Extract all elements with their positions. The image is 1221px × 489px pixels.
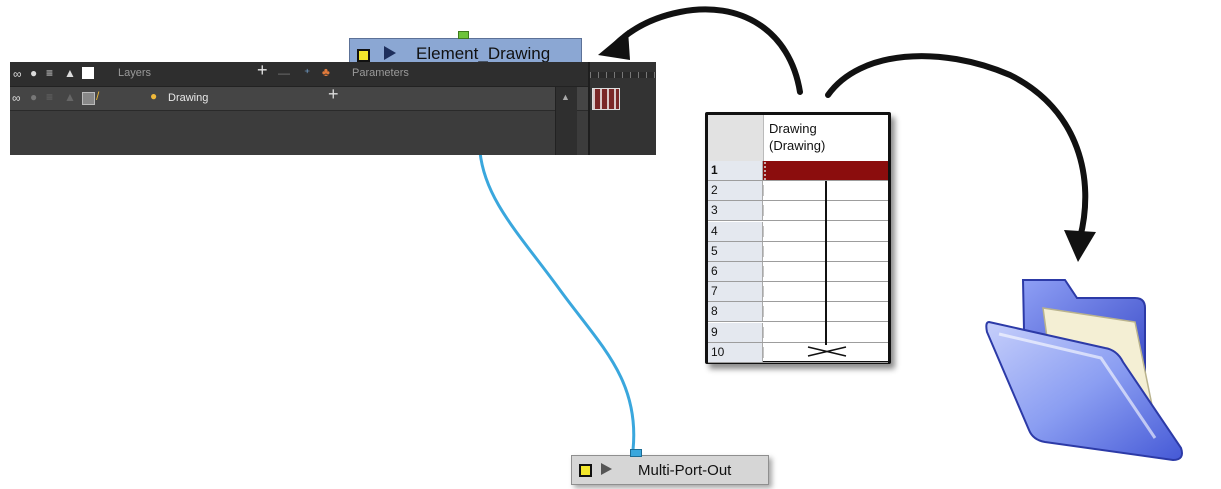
layer-name: Drawing [168,92,209,104]
lock-icon[interactable]: ▲ [64,91,76,103]
onion-skin-icon[interactable]: ∞ [13,68,22,80]
pencil-icon[interactable]: / [96,90,99,102]
add-layer-icon[interactable]: + [257,61,268,79]
timeline-header: ∞ ● ≡ ▲ Layers + — ⁺ ♣ Parameters [10,61,588,87]
node-input-port[interactable] [458,31,469,39]
xsheet-view: Drawing (Drawing) 1 2 3 4 5 6 7 8 9 10 [705,112,891,364]
layers-label: Layers [118,67,152,79]
parameters-label: Parameters [352,67,409,79]
hold-line [807,181,847,357]
timeline-frames-area[interactable] [588,62,656,155]
display-toggle-icon[interactable] [579,464,592,477]
layers-stack-icon[interactable]: ≡ [46,91,53,103]
color-swatch-icon[interactable] [82,67,94,79]
lock-icon[interactable]: ▲ [64,67,76,79]
frame-cell[interactable] [592,88,620,110]
multi-port-out-node[interactable]: Multi-Port-Out [571,449,769,485]
add-parameter-icon[interactable]: + [328,85,339,103]
timeline-panel: ∞ ● ≡ ▲ Layers + — ⁺ ♣ Parameters ∞ ● ≡ … [10,61,656,155]
node-input-port[interactable] [630,449,642,457]
onion-skin-icon[interactable]: ∞ [12,92,21,104]
layers-stack-icon[interactable]: ≡ [46,67,53,79]
drawing-layer-icon: ● [150,89,158,103]
remove-layer-icon[interactable]: — [278,67,290,79]
enable-layer-icon[interactable]: ● [30,91,37,103]
add-effect-icon[interactable]: ♣ [322,66,330,78]
node-title: Multi-Port-Out [638,462,732,479]
node-title: Element_Drawing [416,44,551,63]
play-icon[interactable] [601,463,612,475]
frame-ruler [590,72,656,78]
element-drawing-node[interactable]: Element_Drawing [349,31,582,64]
timeline-scrollbar[interactable]: ▲ [555,87,577,155]
timeline-layer-row[interactable]: ∞ ● ≡ ▲ / ● Drawing + [10,85,588,111]
scroll-up-icon[interactable]: ▲ [561,91,570,103]
color-swatch-icon[interactable] [82,92,95,105]
play-icon[interactable] [384,46,396,60]
display-toggle-icon[interactable] [357,49,370,62]
add-drawing-layer-icon[interactable]: ⁺ [304,67,310,79]
folder-icon [985,279,1183,462]
show-layer-icon[interactable]: ● [30,67,37,79]
